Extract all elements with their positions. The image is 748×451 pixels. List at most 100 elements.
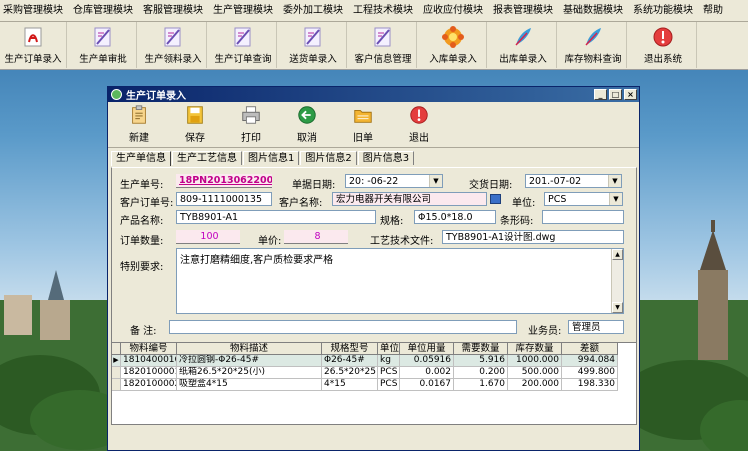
tab-4[interactable]: 图片信息3 — [357, 151, 415, 165]
menu-item-3[interactable]: 生产管理模块 — [210, 0, 276, 22]
grid-cell[interactable]: kg — [378, 355, 400, 367]
grid-cell[interactable]: 500.000 — [508, 367, 562, 379]
window-titlebar[interactable]: 生产订单录入 _ □ × — [108, 87, 639, 102]
tab-0[interactable]: 生产单信息 — [111, 151, 171, 166]
grid-cell[interactable]: 200.000 — [508, 379, 562, 391]
toolbar-button-4[interactable]: 送货单录入 — [280, 22, 347, 68]
grid-column-header[interactable]: 库存数量 — [508, 343, 562, 355]
grid-cell[interactable]: 198.330 — [562, 379, 618, 391]
grid-cell[interactable]: Φ26-45# — [322, 355, 378, 367]
tech-file-input[interactable]: TYB8901-A1设计图.dwg — [442, 230, 624, 244]
sales-input[interactable]: 管理员 — [568, 320, 624, 334]
menu-item-10[interactable]: 帮助 — [700, 0, 726, 22]
window-toolbar-button-0[interactable]: 新建 — [114, 102, 164, 146]
toolbar-button-label: 生产订单查询 — [214, 54, 272, 65]
delivery-date-picker[interactable]: 201.-07-02 ▼ — [525, 174, 622, 188]
window-toolbar-button-3[interactable]: 取消 — [282, 102, 332, 146]
tab-2[interactable]: 图片信息1 — [243, 151, 300, 165]
order-date-picker[interactable]: 20: -06-22 ▼ — [345, 174, 443, 188]
grid-cell[interactable]: 1820100001 — [121, 367, 177, 379]
menu-item-6[interactable]: 应收应付模块 — [420, 0, 486, 22]
grid-cell[interactable]: 冷拉圆钢-Φ26-45# — [177, 355, 322, 367]
toolbar-button-6[interactable]: 入库单录入 — [420, 22, 487, 68]
grid-cell[interactable]: 吸塑盒4*15 — [177, 379, 322, 391]
grid-column-header[interactable]: 物料编号 — [121, 343, 177, 355]
menu-item-2[interactable]: 客服管理模块 — [140, 0, 206, 22]
menu-item-0[interactable]: 采购管理模块 — [0, 0, 66, 22]
grid-cell[interactable]: 纸箱26.5*20*25(小) — [177, 367, 322, 379]
menu-item-1[interactable]: 仓库管理模块 — [70, 0, 136, 22]
menu-item-8[interactable]: 基础数据模块 — [560, 0, 626, 22]
table-row[interactable]: ▶ 1810400016 冷拉圆钢-Φ26-45# Φ26-45# kg 0.05916 5… — [112, 355, 636, 367]
grid-column-header[interactable]: 差额 — [562, 343, 618, 355]
scroll-up-icon[interactable]: ▲ — [612, 249, 623, 260]
minimize-button[interactable]: _ — [594, 89, 607, 100]
window-toolbar-button-5[interactable]: 退出 — [394, 102, 444, 146]
menu-item-9[interactable]: 系统功能模块 — [630, 0, 696, 22]
toolbar-button-5[interactable]: 客户信息管理 — [350, 22, 417, 68]
menu-item-7[interactable]: 报表管理模块 — [490, 0, 556, 22]
grid-column-header[interactable]: 单位 — [378, 343, 400, 355]
grid-cell[interactable]: 1.670 — [454, 379, 508, 391]
grid-cell[interactable]: 0.002 — [400, 367, 454, 379]
window-toolbar-button-4[interactable]: 旧单 — [338, 102, 388, 146]
delivery-date-value: 201.-07-02 — [529, 176, 582, 187]
table-row[interactable]: 1820100002 吸塑盒4*15 4*15 PCS 0.0167 1.670 200.0… — [112, 379, 636, 391]
quantity-input[interactable]: 100 — [176, 230, 240, 244]
chevron-down-icon[interactable]: ▼ — [429, 175, 442, 187]
scroll-down-icon[interactable]: ▼ — [612, 302, 623, 313]
product-name-input[interactable]: TYB8901-A1 — [176, 210, 376, 224]
lookup-icon[interactable] — [490, 194, 501, 204]
barcode-input[interactable] — [542, 210, 624, 224]
special-requirements-textarea[interactable]: 注意打磨精细度,客户质检要求严格 ▲ ▼ — [176, 248, 624, 314]
grid-column-header[interactable]: 需要数量 — [454, 343, 508, 355]
grid-cell[interactable]: 0.0167 — [400, 379, 454, 391]
grid-column-header[interactable]: 物料描述 — [177, 343, 322, 355]
menu-item-4[interactable]: 委外加工模块 — [280, 0, 346, 22]
grid-cell[interactable]: 5.916 — [454, 355, 508, 367]
tab-3[interactable]: 图片信息2 — [300, 151, 357, 165]
toolbar-button-9[interactable]: 退出系统 — [630, 22, 697, 68]
grid-cell[interactable]: PCS — [378, 379, 400, 391]
grid-cell[interactable]: 0.05916 — [400, 355, 454, 367]
close-button[interactable]: × — [624, 89, 637, 100]
grid-cell[interactable]: 499.800 — [562, 367, 618, 379]
grid-cell[interactable]: 994.084 — [562, 355, 618, 367]
spec-input[interactable]: Φ15.0*18.0 — [414, 210, 496, 224]
grid-cell[interactable]: PCS — [378, 367, 400, 379]
grid-column-header[interactable]: 单位用量 — [400, 343, 454, 355]
customer-name-input[interactable]: 宏力电器开关有限公司 — [332, 192, 487, 206]
grid-cell[interactable]: 0.200 — [454, 367, 508, 379]
pen-icon — [300, 25, 326, 49]
maximize-button[interactable]: □ — [609, 89, 622, 100]
toolbar-button-3[interactable]: 生产订单查询 — [210, 22, 277, 68]
toolbar-button-1[interactable]: 生产单审批 — [70, 22, 137, 68]
textarea-scrollbar[interactable]: ▲ ▼ — [611, 249, 623, 313]
toolbar-button-label: 出库单录入 — [499, 54, 547, 65]
grid-cell[interactable]: 4*15 — [322, 379, 378, 391]
chevron-down-icon[interactable]: ▼ — [609, 193, 622, 205]
window-toolbar-button-1[interactable]: 保存 — [170, 102, 220, 146]
grid-cell[interactable]: 26.5*20*25 — [322, 367, 378, 379]
remark-input[interactable] — [169, 320, 517, 334]
tab-1[interactable]: 生产工艺信息 — [172, 151, 242, 165]
grid-cell[interactable]: 1000.000 — [508, 355, 562, 367]
app-icon — [111, 89, 122, 100]
quantity-label: 订单数量: — [120, 236, 164, 247]
grid-cell[interactable]: 1820100002 — [121, 379, 177, 391]
order-no-value[interactable]: 18PN20130622003 — [176, 174, 272, 188]
toolbar-button-0[interactable]: 生产订单录入 — [0, 22, 67, 68]
toolbar-button-7[interactable]: 出库单录入 — [490, 22, 557, 68]
chevron-down-icon[interactable]: ▼ — [608, 175, 621, 187]
table-row[interactable]: 1820100001 纸箱26.5*20*25(小) 26.5*20*25 PCS 0.… — [112, 367, 636, 379]
grid-column-header[interactable]: 规格型号 — [322, 343, 378, 355]
grid-cell[interactable]: 1810400016 — [121, 355, 177, 367]
toolbar-button-2[interactable]: 生产领料录入 — [140, 22, 207, 68]
toolbar-button-label: 生产领料录入 — [144, 54, 202, 65]
price-input[interactable]: 8 — [284, 230, 348, 244]
window-toolbar-button-2[interactable]: 打印 — [226, 102, 276, 146]
unit-select[interactable]: PCS ▼ — [544, 192, 623, 206]
menu-item-5[interactable]: 工程技术模块 — [350, 0, 416, 22]
customer-order-input[interactable]: 809-1111000135 — [176, 192, 272, 206]
toolbar-button-8[interactable]: 库存物料查询 — [560, 22, 627, 68]
